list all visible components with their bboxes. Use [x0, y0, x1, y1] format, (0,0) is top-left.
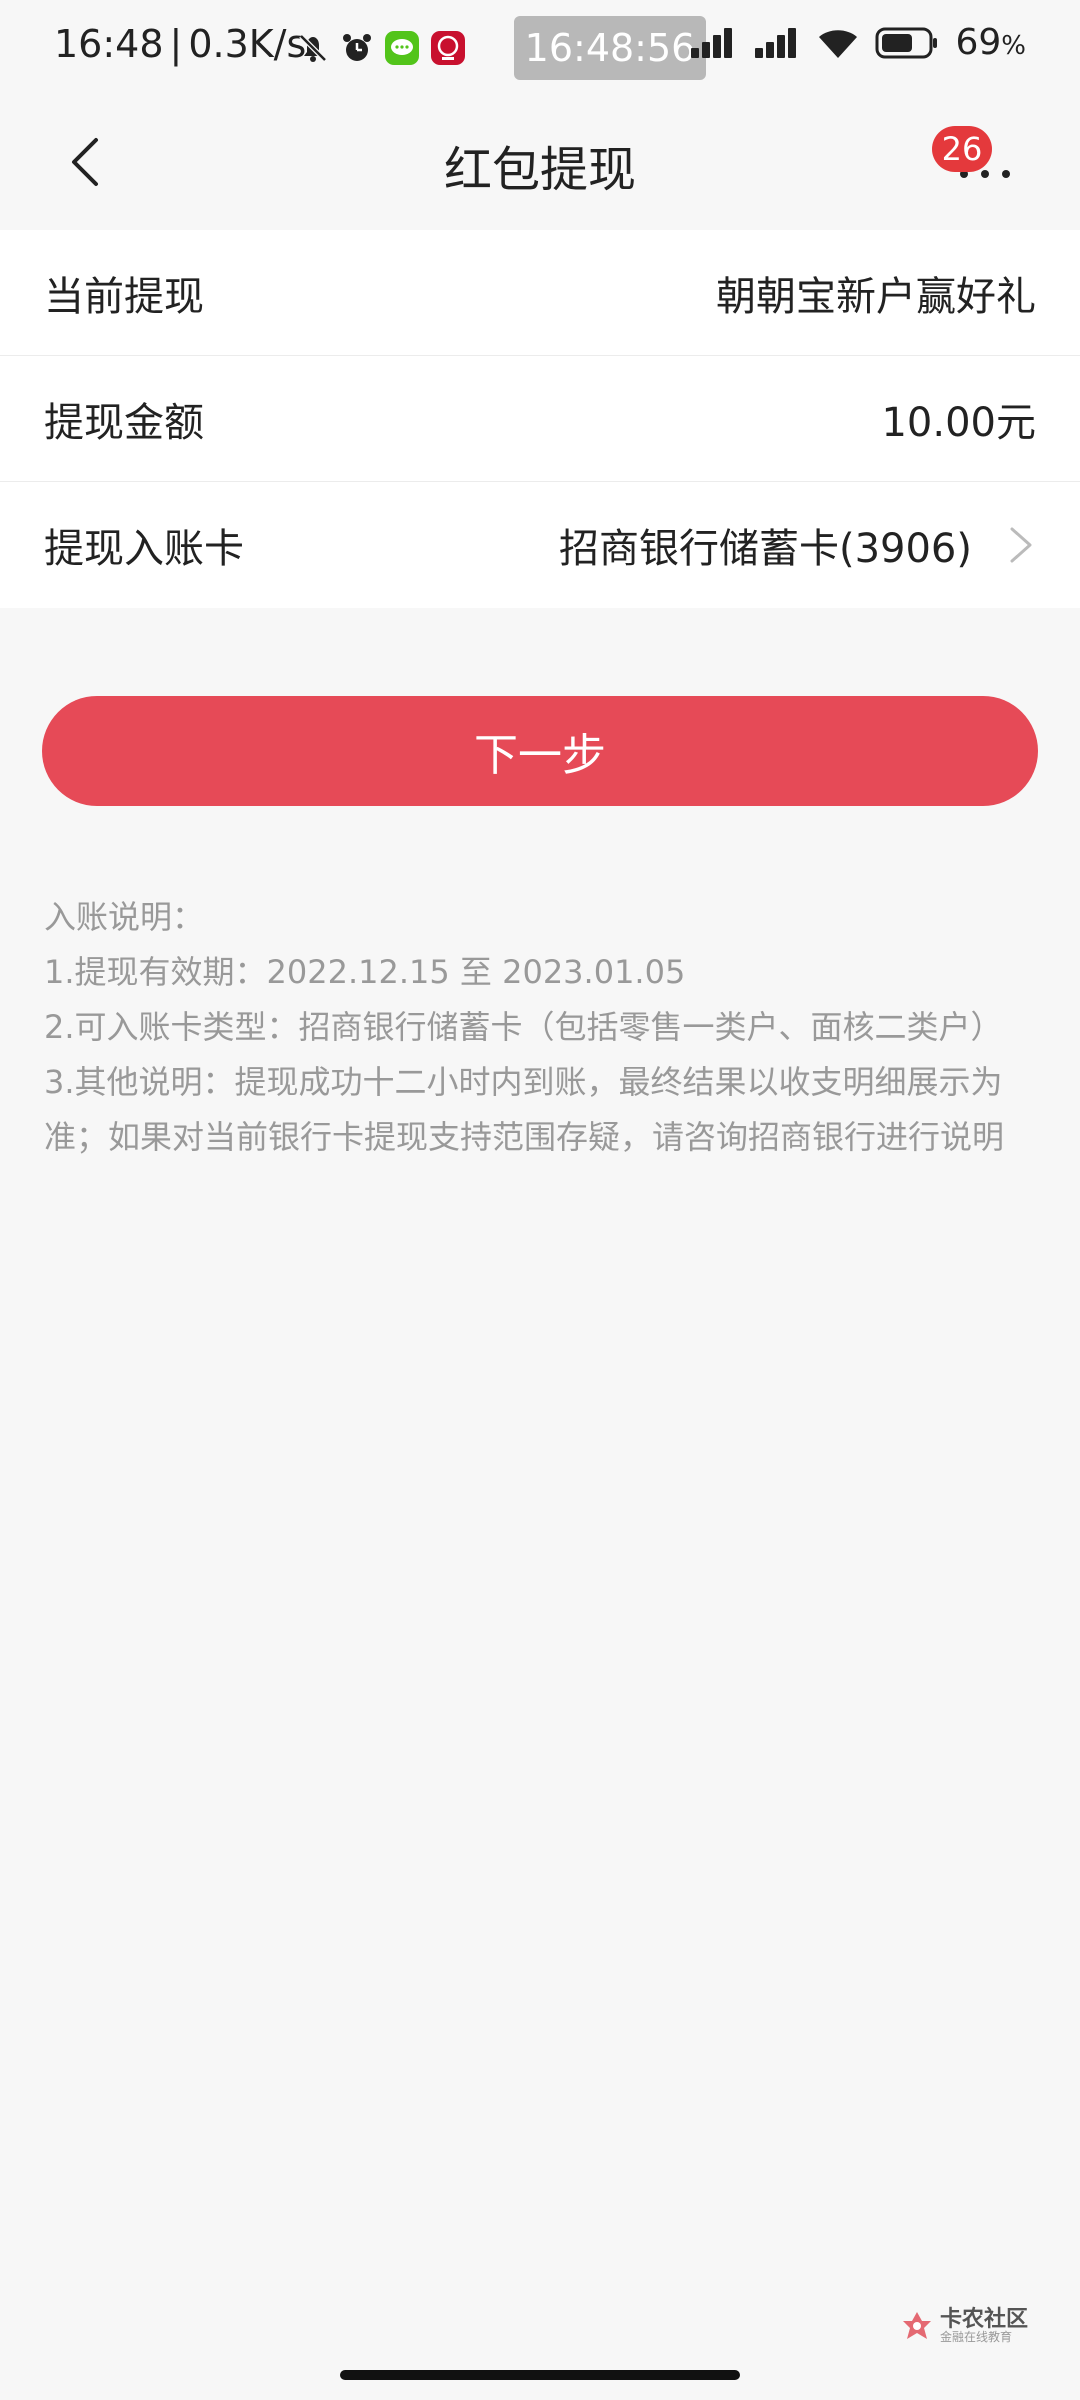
amount-value: 10.00元 — [881, 399, 1036, 446]
watermark-sub-text: 金融在线教育 — [940, 2330, 1013, 2345]
message-app-icon — [385, 31, 419, 65]
alarm-clock-icon — [343, 34, 371, 61]
status-time: 16:48 — [54, 22, 164, 66]
status-clock-pill: 16:48:56 — [514, 16, 706, 80]
kanong-logo-icon — [903, 2311, 931, 2339]
status-notification-icons — [296, 30, 466, 66]
page-title: 红包提现 — [443, 142, 636, 198]
next-step-button[interactable]: 下一步 — [42, 696, 1038, 806]
info-row-bank-card[interactable]: 提现入账卡 招商银行储蓄卡(3906) — [0, 482, 1080, 608]
battery-icon — [875, 27, 938, 58]
status-separator: | — [169, 22, 183, 66]
signal-icon-2 — [755, 27, 797, 58]
notes-title: 入账说明： — [44, 898, 205, 936]
mute-bell-icon — [299, 34, 327, 62]
amount-label: 提现金额 — [44, 399, 204, 446]
info-row-current-withdraw: 当前提现 朝朝宝新户赢好礼 — [0, 230, 1080, 356]
bank-card-label: 提现入账卡 — [44, 526, 244, 572]
watermark: 卡农社区 金融在线教育 — [900, 2308, 1028, 2344]
home-indicator[interactable] — [340, 2370, 740, 2380]
status-left: 16:48 | 0.3K/s — [54, 22, 306, 66]
wifi-icon — [819, 29, 858, 58]
current-withdraw-label: 当前提现 — [44, 273, 204, 320]
more-menu-button[interactable]: 26 — [932, 126, 1020, 194]
status-net-speed: 0.3K/s — [188, 22, 307, 66]
notes-line-validity: 1.提现有效期：2022.12.15 至 2023.01.05 — [44, 953, 686, 991]
notes-line-other: 3.其他说明：提现成功十二小时内到账，最终结果以收支明细展示为准；如果对当前银行… — [44, 1063, 1005, 1156]
deposit-notes: 入账说明： 1.提现有效期：2022.12.15 至 2023.01.05 2.… — [44, 890, 1044, 1165]
battery-percentage: 69% — [955, 22, 1026, 63]
nav-bar: 红包提现 26 — [0, 96, 1080, 228]
bank-card-value: 招商银行储蓄卡(3906) — [558, 526, 972, 572]
notes-line-card-type: 2.可入账卡类型：招商银行储蓄卡（包括零售一类户、面核二类户） — [44, 1008, 1003, 1046]
info-row-amount: 提现金额 10.00元 — [0, 356, 1080, 482]
notification-badge: 26 — [932, 126, 992, 172]
status-bar: 16:48 | 0.3K/s 16:48:56 69% — [0, 0, 1080, 96]
withdraw-info-card: 当前提现 朝朝宝新户赢好礼 提现金额 10.00元 提现入账卡 招商银行储蓄卡(… — [0, 230, 1080, 608]
watermark-main-text: 卡农社区 — [940, 2307, 1029, 2332]
status-right: 69% — [689, 22, 1026, 63]
bank-app-icon — [431, 31, 465, 65]
bank-card-selector[interactable]: 招商银行储蓄卡(3906) — [559, 516, 1036, 574]
chevron-right-icon — [1010, 527, 1032, 563]
signal-icon — [691, 27, 733, 58]
current-withdraw-value: 朝朝宝新户赢好礼 — [716, 273, 1036, 320]
